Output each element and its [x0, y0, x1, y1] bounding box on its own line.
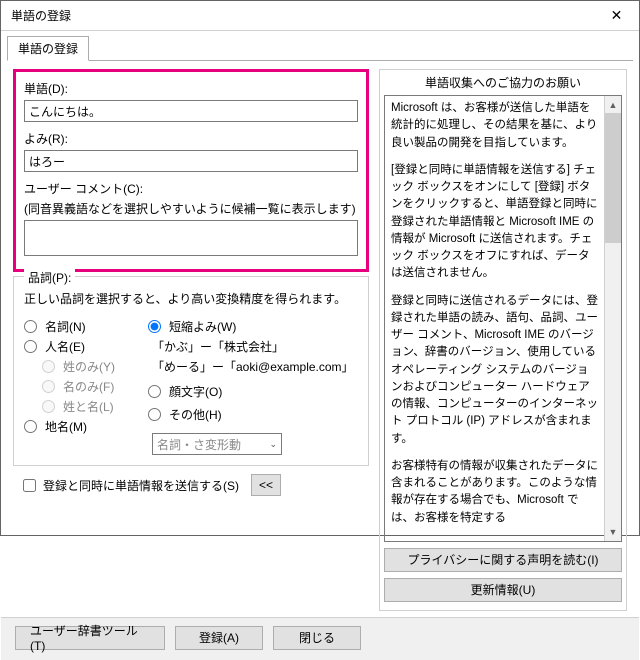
radio-tanshuku-input[interactable] [148, 320, 161, 333]
info-p4: お客様特有の情報が収集されたデータに含まれることがあります。このような情報が存在… [391, 458, 598, 527]
user-dict-tool-button[interactable]: ユーザー辞書ツール(T) [15, 626, 165, 650]
radio-sonota-label: その他(H) [169, 406, 222, 423]
register-button[interactable]: 登録(A) [175, 626, 263, 650]
info-scroll-area: Microsoft は、お客様が送信した単語を統計的に処理し、その結果を基に、よ… [384, 95, 622, 542]
radio-mei-nomi-input [42, 380, 55, 393]
left-column: 単語(D): よみ(R): ユーザー コメント(C): (同音異義語などを選択し… [13, 69, 369, 611]
comment-input[interactable] [24, 220, 358, 256]
privacy-button-label: プライバシーに関する声明を読む(I) [407, 551, 598, 568]
radio-tanshuku-label: 短縮よみ(W) [169, 318, 236, 335]
comment-label: ユーザー コメント(C): [24, 180, 358, 197]
send-info-checkbox[interactable] [23, 479, 36, 492]
example-2: 「めーる」ー「aoki@example.com」 [152, 358, 358, 375]
chevron-down-icon: ⌄ [269, 439, 277, 450]
radio-grid: 名詞(N) 人名(E) 姓のみ(Y) [24, 315, 358, 455]
scroll-down-button[interactable]: ▼ [605, 524, 621, 541]
info-scrollbar[interactable]: ▲ ▼ [604, 96, 621, 541]
part-of-speech-hint: 正しい品詞を選択すると、より高い変換精度を得られます。 [24, 290, 358, 307]
scroll-thumb[interactable] [605, 113, 621, 243]
send-checkbox-row: 登録と同時に単語情報を送信する(S) << [19, 474, 369, 496]
bottom-bar: ユーザー辞書ツール(T) 登録(A) 閉じる [1, 617, 639, 660]
close-icon: ✕ [611, 7, 623, 24]
radio-sonota[interactable]: その他(H) [148, 406, 358, 423]
radio-tanshuku[interactable]: 短縮よみ(W) [148, 318, 358, 335]
radio-sei-nomi-input [42, 360, 55, 373]
scroll-track[interactable] [605, 113, 621, 524]
yomi-input[interactable] [24, 150, 358, 172]
dialog-window: 単語の登録 ✕ 単語の登録 単語(D): よみ(R): ユーザー コメント(C)… [0, 0, 640, 536]
window-close-button[interactable]: ✕ [594, 1, 639, 30]
info-p2: [登録と同時に単語情報を送信する] チェック ボックスをオンにして [登録] ボ… [391, 162, 598, 283]
example-1: 「かぶ」ー「株式会社」 [152, 338, 358, 355]
privacy-button[interactable]: プライバシーに関する声明を読む(I) [384, 548, 622, 572]
radio-meishi[interactable]: 名詞(N) [24, 318, 134, 335]
radio-chimei-label: 地名(M) [45, 418, 87, 435]
info-group: 単語収集へのご協力のお願い Microsoft は、お客様が送信した単語を統計的… [379, 69, 627, 611]
radio-jinmei-input[interactable] [24, 340, 37, 353]
radio-jinmei[interactable]: 人名(E) [24, 338, 134, 355]
info-p1: Microsoft は、お客様が送信した単語を統計的に処理し、その結果を基に、よ… [391, 100, 598, 152]
scroll-up-button[interactable]: ▲ [605, 96, 621, 113]
radio-jinmei-label: 人名(E) [45, 338, 85, 355]
radio-mei-nomi: 名のみ(F) [42, 378, 134, 395]
subtype-value: 名詞・さ変形動 [157, 436, 241, 453]
tab-label: 単語の登録 [18, 42, 78, 56]
send-info-label: 登録と同時に単語情報を送信する(S) [43, 477, 239, 494]
radio-sei-mei-label: 姓と名(L) [63, 398, 114, 415]
highlighted-section: 単語(D): よみ(R): ユーザー コメント(C): (同音異義語などを選択し… [13, 69, 369, 272]
info-legend: 単語収集へのご協力のお願い [384, 74, 622, 91]
radio-kaomoji[interactable]: 顔文字(O) [148, 383, 358, 400]
radio-chimei[interactable]: 地名(M) [24, 418, 134, 435]
part-of-speech-legend: 品詞(P): [24, 269, 75, 286]
titlebar: 単語の登録 ✕ [1, 1, 639, 31]
collapse-button[interactable]: << [251, 474, 281, 496]
radio-meishi-input[interactable] [24, 320, 37, 333]
user-dict-tool-label: ユーザー辞書ツール(T) [30, 622, 150, 653]
update-button-label: 更新情報(U) [471, 581, 536, 598]
jinmei-sub-radios: 姓のみ(Y) 名のみ(F) 姓と名(L) [42, 358, 134, 415]
radio-mei-nomi-label: 名のみ(F) [63, 378, 114, 395]
radio-kaomoji-input[interactable] [148, 385, 161, 398]
close-button[interactable]: 閉じる [273, 626, 361, 650]
radio-kaomoji-label: 顔文字(O) [169, 383, 222, 400]
register-button-label: 登録(A) [199, 629, 239, 646]
collapse-icon: << [259, 478, 273, 492]
dialog-content: 単語(D): よみ(R): ユーザー コメント(C): (同音異義語などを選択し… [7, 60, 633, 617]
radio-sei-nomi-label: 姓のみ(Y) [63, 358, 115, 375]
yomi-label: よみ(R): [24, 130, 358, 147]
radio-sei-mei: 姓と名(L) [42, 398, 134, 415]
tab-word-register[interactable]: 単語の登録 [7, 36, 89, 61]
right-column: 単語収集へのご協力のお願い Microsoft は、お客様が送信した単語を統計的… [379, 69, 627, 611]
info-p3: 登録と同時に送信されるデータには、登録された単語の読み、語句、品詞、ユーザー コ… [391, 293, 598, 448]
radio-sei-nomi: 姓のみ(Y) [42, 358, 134, 375]
window-title: 単語の登録 [11, 7, 594, 24]
tab-strip: 単語の登録 [1, 31, 639, 60]
part-of-speech-group: 品詞(P): 正しい品詞を選択すると、より高い変換精度を得られます。 名詞(N)… [13, 276, 369, 466]
word-label: 単語(D): [24, 80, 358, 97]
radio-chimei-input[interactable] [24, 420, 37, 433]
radio-sonota-input[interactable] [148, 408, 161, 421]
info-text: Microsoft は、お客様が送信した単語を統計的に処理し、その結果を基に、よ… [385, 96, 604, 541]
radio-meishi-label: 名詞(N) [45, 318, 86, 335]
update-button[interactable]: 更新情報(U) [384, 578, 622, 602]
arrow-up-icon: ▲ [609, 100, 618, 110]
close-button-label: 閉じる [299, 629, 335, 646]
radio-sei-mei-input [42, 400, 55, 413]
subtype-select: 名詞・さ変形動 ⌄ [152, 433, 282, 455]
comment-hint: (同音異義語などを選択しやすいように候補一覧に表示します) [24, 200, 358, 217]
word-input[interactable] [24, 100, 358, 122]
